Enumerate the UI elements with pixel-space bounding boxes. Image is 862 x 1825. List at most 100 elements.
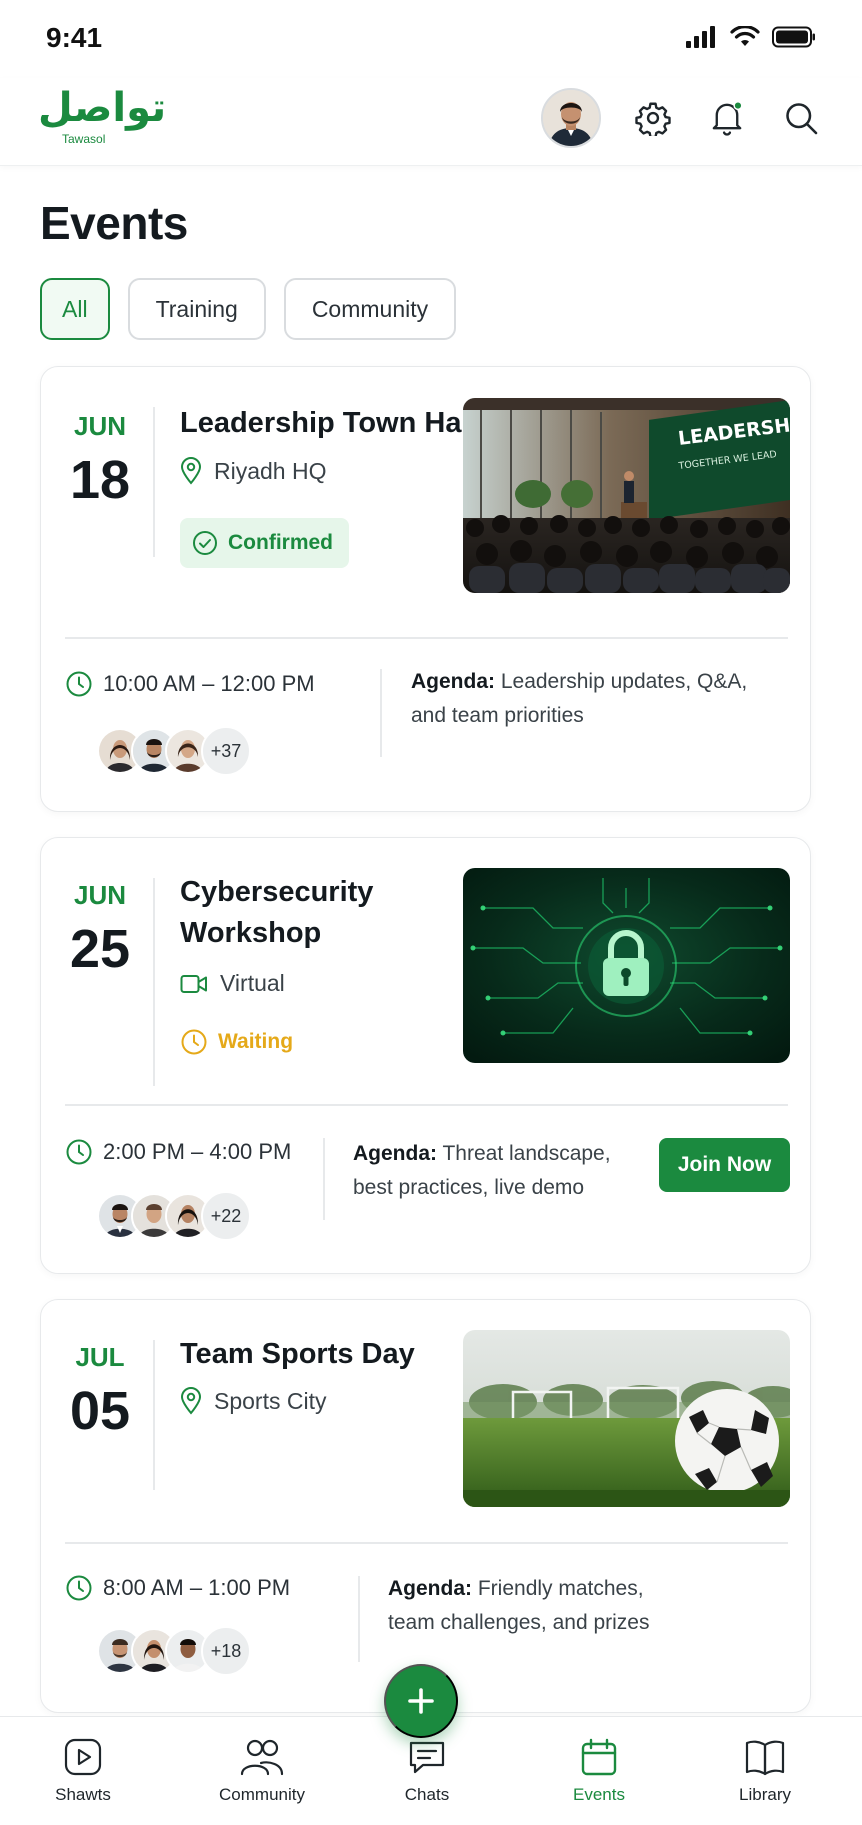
logo-arabic: تواصل (38, 85, 167, 131)
event-time-label: 2:00 PM – 4:00 PM (103, 1139, 292, 1164)
pin-icon (180, 1387, 202, 1415)
nav-item-chats[interactable]: Chats (362, 1737, 492, 1805)
attendee-count: +18 (201, 1626, 251, 1676)
wifi-icon (730, 26, 760, 46)
attendee-avatars[interactable]: +37 (97, 726, 251, 776)
event-day: 18 (69, 450, 131, 510)
event-time: 10:00 AM – 12:00 PM (65, 670, 315, 698)
book-icon (745, 1740, 785, 1776)
event-month: JUN (73, 411, 126, 441)
event-agenda: Agenda: Threat landscape, best practices… (353, 1137, 643, 1205)
attendee-count: +37 (201, 726, 251, 776)
event-time-label: 8:00 AM – 1:00 PM (103, 1575, 291, 1600)
event-location-label: Virtual (220, 970, 285, 996)
event-title-line1[interactable]: Cybersecurity (180, 872, 373, 913)
event-month: JUL (75, 1342, 125, 1372)
battery-icon (772, 26, 815, 48)
agenda-text-line2: and team priorities (411, 704, 584, 727)
leadership-photo: LEADERSHIP TOGETHER WE LEAD (463, 398, 790, 593)
people-icon (240, 1739, 284, 1776)
event-location: Virtual (180, 970, 285, 997)
nav-item-events[interactable]: Events (534, 1737, 664, 1805)
event-title[interactable]: Leadership Town Hall (180, 403, 478, 444)
avatar[interactable] (541, 88, 601, 148)
video-icon (180, 974, 207, 993)
event-location: Riyadh HQ (180, 457, 326, 485)
vertical-divider (380, 669, 382, 757)
nav-item-community[interactable]: Community (197, 1737, 327, 1805)
event-day: 05 (69, 1381, 131, 1441)
event-time: 2:00 PM – 4:00 PM (65, 1138, 291, 1166)
filter-chip-community[interactable]: Community (283, 278, 457, 340)
clock-icon (66, 1139, 92, 1165)
create-event-fab[interactable] (384, 1664, 458, 1738)
notifications-button[interactable] (705, 96, 749, 140)
chat-icon (409, 1741, 445, 1774)
agenda-text-line1: Friendly matches, (477, 1577, 644, 1600)
vertical-divider (358, 1576, 360, 1662)
status-badge-label: Confirmed (228, 531, 333, 554)
app-logo[interactable]: تواصل Tawasol (38, 86, 166, 146)
clock-icon (181, 1029, 207, 1055)
event-agenda: Agenda: Leadership updates, Q&A, and tea… (411, 665, 791, 733)
status-badge: Confirmed (180, 518, 349, 568)
event-card-team-sports-day[interactable]: JUL 05 Team Sports Day Sports City 8:00 … (40, 1299, 811, 1713)
event-title-line2[interactable]: Workshop (180, 913, 321, 954)
event-day: 25 (69, 919, 131, 979)
nav-item-shawts[interactable]: Shawts (18, 1737, 148, 1805)
plus-icon (408, 1688, 434, 1714)
status-time: 9:41 (46, 22, 103, 53)
event-location-label: Riyadh HQ (214, 457, 327, 484)
agenda-label: Agenda: (388, 1577, 472, 1600)
search-button[interactable] (779, 96, 823, 140)
event-card-leadership-town-hall[interactable]: JUN 18 Leadership Town Hall Riyadh HQ Co… (40, 366, 811, 812)
event-time-label: 10:00 AM – 12:00 PM (103, 671, 315, 696)
signal-icon (686, 26, 715, 48)
card-divider (65, 1542, 788, 1544)
status-bar: 9:41 (0, 0, 862, 78)
event-month: JUN (73, 880, 126, 910)
filter-chip-training[interactable]: Training (127, 278, 266, 340)
cyber-lock-illustration (463, 868, 790, 1063)
date-divider (153, 878, 155, 1086)
attendee-avatars[interactable]: +22 (97, 1191, 251, 1241)
event-title[interactable]: Team Sports Day (180, 1334, 415, 1375)
nav-label: Community (219, 1785, 305, 1804)
nav-item-library[interactable]: Library (700, 1737, 830, 1805)
event-image-leadership: LEADERSHIP TOGETHER WE LEAD (463, 398, 790, 593)
soccer-field-photo (463, 1330, 790, 1507)
card-divider (65, 637, 788, 639)
avatar-image (543, 90, 599, 146)
event-card-cybersecurity-workshop[interactable]: JUN 25 Cybersecurity Workshop Virtual Wa… (40, 837, 811, 1274)
event-image-cybersecurity (463, 868, 790, 1063)
status-badge: Waiting (180, 1028, 293, 1056)
event-image-sports (463, 1330, 790, 1507)
event-agenda: Agenda: Friendly matches, team challenge… (388, 1572, 718, 1640)
agenda-label: Agenda: (411, 670, 495, 693)
bell-icon (712, 101, 743, 136)
event-location: Sports City (180, 1387, 326, 1415)
logo-english: Tawasol (62, 132, 106, 146)
pin-icon (180, 457, 202, 485)
check-circle-icon (193, 531, 217, 555)
status-icons (686, 26, 816, 48)
agenda-label: Agenda: (353, 1142, 437, 1165)
event-location-label: Sports City (214, 1387, 327, 1414)
attendee-count: +22 (201, 1191, 251, 1241)
attendee-avatars[interactable]: +18 (97, 1626, 251, 1676)
date-divider (153, 407, 155, 557)
calendar-icon (581, 1738, 617, 1776)
agenda-text-line1: Leadership updates, Q&A, (500, 670, 748, 693)
join-now-button[interactable]: Join Now (659, 1138, 790, 1192)
vertical-divider (323, 1138, 325, 1220)
event-time: 8:00 AM – 1:00 PM (65, 1574, 290, 1602)
nav-label: Shawts (55, 1785, 111, 1804)
clock-icon (66, 1575, 92, 1601)
agenda-text-line2: team challenges, and prizes (388, 1611, 650, 1634)
clock-icon (66, 671, 92, 697)
filter-chip-all[interactable]: All (40, 278, 110, 340)
search-icon (786, 103, 818, 135)
status-badge-label: Waiting (218, 1030, 294, 1053)
settings-button[interactable] (631, 96, 675, 140)
page-title: Events (40, 197, 188, 249)
